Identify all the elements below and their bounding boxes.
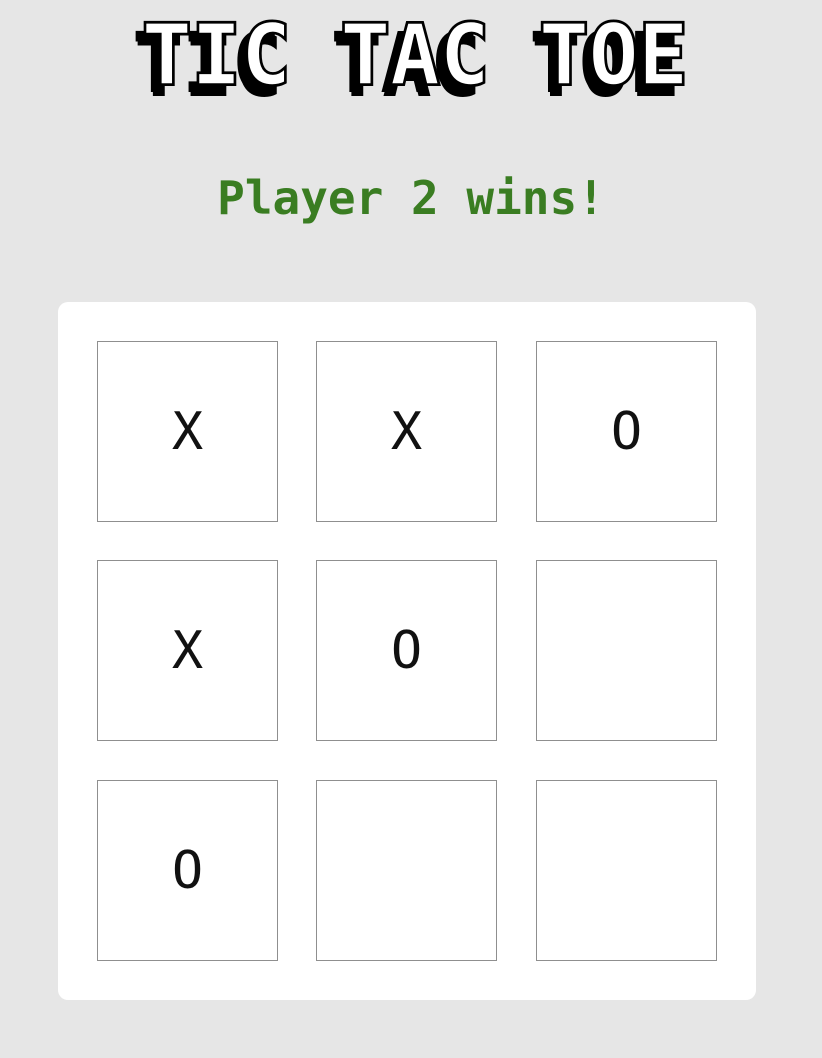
game-status-message: Player 2 wins! — [217, 171, 605, 225]
board-cell-8[interactable] — [316, 780, 497, 961]
board-cell-7[interactable]: O — [97, 780, 278, 961]
cell-mark: X — [171, 401, 204, 462]
cell-mark: X — [390, 401, 423, 462]
board-cell-1[interactable]: X — [97, 341, 278, 522]
game-board: X X O X O O — [58, 302, 756, 1000]
board-cell-9[interactable] — [536, 780, 717, 961]
board-cell-5[interactable]: O — [316, 560, 497, 741]
cell-mark: O — [610, 401, 643, 462]
cell-mark: O — [171, 840, 204, 901]
cell-mark: O — [390, 620, 423, 681]
board-cell-2[interactable]: X — [316, 341, 497, 522]
game-header: .shadow { font-family: "DejaVu Sans Mono… — [0, 0, 822, 120]
cell-mark: X — [171, 620, 204, 681]
board-cell-6[interactable] — [536, 560, 717, 741]
board-cell-4[interactable]: X — [97, 560, 278, 741]
board-cell-3[interactable]: O — [536, 341, 717, 522]
game-title-logo: .shadow { font-family: "DejaVu Sans Mono… — [132, 14, 690, 104]
game-title-outline: TIC TAC TOE — [142, 14, 688, 104]
